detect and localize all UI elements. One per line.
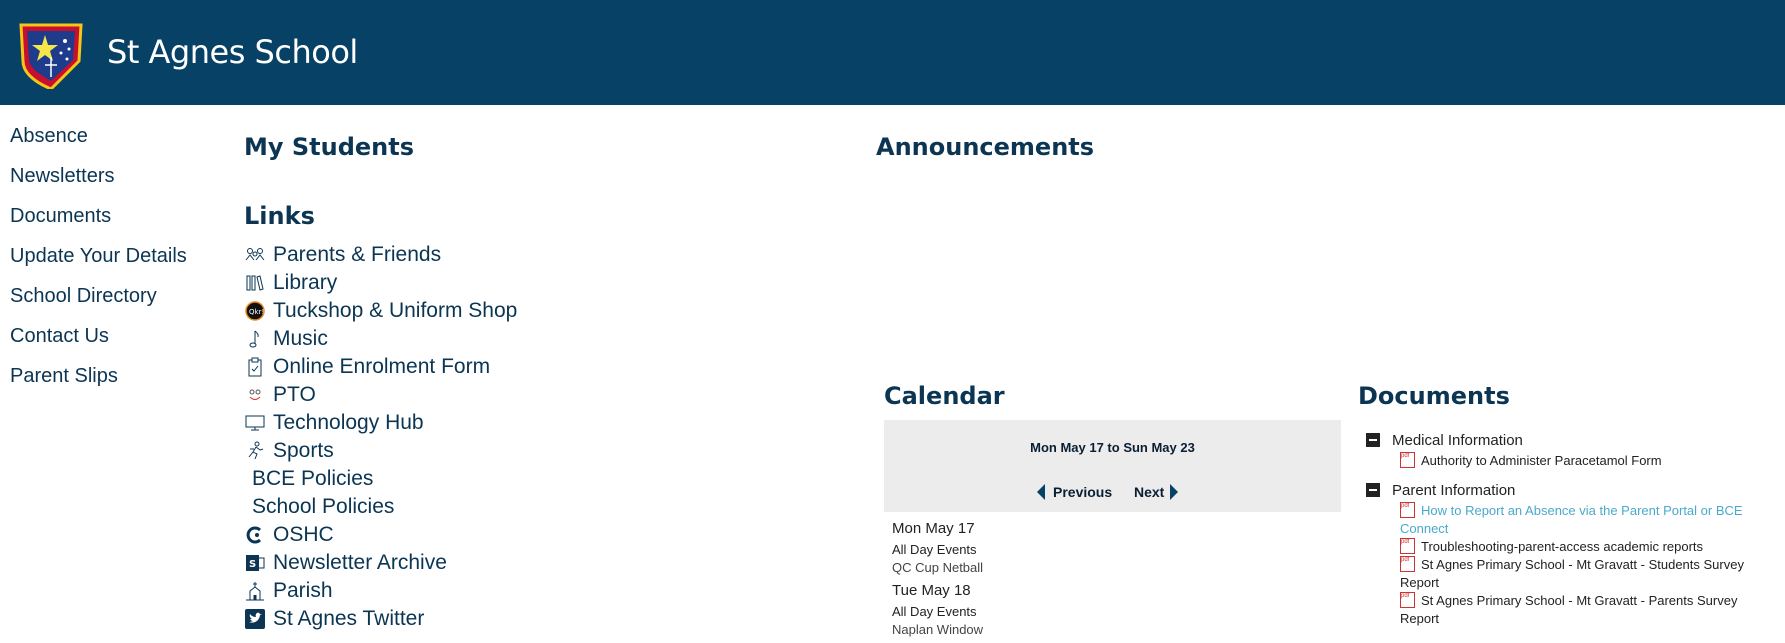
document-title: St Agnes Primary School - Mt Gravatt - P… <box>1400 593 1738 626</box>
pdf-icon: pdf <box>1400 592 1415 608</box>
link-parish[interactable]: Parish <box>244 577 517 605</box>
svg-text:Qkr!: Qkr! <box>249 308 264 316</box>
books-icon <box>244 272 266 294</box>
folder-name: Medical Information <box>1392 431 1523 449</box>
link-label: Online Enrolment Form <box>273 355 491 378</box>
calendar-previous-label: Previous <box>1053 484 1113 500</box>
link-label: School Policies <box>252 495 395 518</box>
link-label: Parents & Friends <box>273 243 442 266</box>
site-title: St Agnes School <box>107 33 358 71</box>
pdf-icon: pdf <box>1400 556 1415 572</box>
calendar-previous-button[interactable]: Previous <box>1037 484 1112 500</box>
my-students-heading: My Students <box>244 133 415 161</box>
documents-tree: Medical Information pdf Authority to Admi… <box>1366 424 1766 628</box>
oshc-icon <box>244 524 266 546</box>
calendar-event[interactable]: QC Cup Netball <box>892 560 1332 578</box>
link-library[interactable]: Library <box>244 269 517 297</box>
document-link[interactable]: pdf How to Report an Absence via the Pare… <box>1400 502 1766 538</box>
link-school-policies[interactable]: School Policies <box>244 493 517 521</box>
link-pto[interactable]: PTO <box>244 381 517 409</box>
calendar-header-box: Mon May 17 to Sun May 23 Previous Next <box>884 420 1341 512</box>
sidebar-item-contact-us[interactable]: Contact Us <box>10 320 187 360</box>
link-bce-policies[interactable]: BCE Policies <box>244 465 517 493</box>
sidebar-item-newsletters[interactable]: Newsletters <box>10 160 187 200</box>
chevron-right-icon <box>1170 484 1179 500</box>
calendar-all-day-heading: All Day Events <box>892 542 977 557</box>
link-parents-friends[interactable]: Parents & Friends <box>244 241 517 269</box>
monitor-icon <box>244 412 266 434</box>
link-music[interactable]: Music <box>244 325 517 353</box>
calendar-heading: Calendar <box>884 382 1005 410</box>
document-title: Troubleshooting-parent-access academic r… <box>1421 539 1704 554</box>
sidebar-item-update-details[interactable]: Update Your Details <box>10 240 187 280</box>
svg-text:S: S <box>249 559 256 570</box>
pdf-icon: pdf <box>1400 452 1415 468</box>
school-crest-logo[interactable] <box>15 17 87 89</box>
link-label: Newsletter Archive <box>273 551 447 574</box>
sway-icon: S <box>244 552 266 574</box>
link-label: Parish <box>273 579 333 602</box>
calendar-day: Tue May 18 <box>892 582 971 599</box>
folder-name: Parent Information <box>1392 481 1516 499</box>
folder-parent-information[interactable]: Parent Information <box>1366 478 1766 502</box>
chevron-left-icon <box>1037 484 1045 500</box>
announcements-heading: Announcements <box>876 133 1095 161</box>
qkr-icon: Qkr! <box>244 300 266 322</box>
folder-medical-information[interactable]: Medical Information <box>1366 428 1766 452</box>
sidebar-nav: Absence Newsletters Documents Update You… <box>10 120 187 400</box>
link-label: Sports <box>273 439 334 462</box>
document-title: Authority to Administer Paracetamol Form <box>1421 453 1662 468</box>
face-icon <box>244 384 266 406</box>
sidebar-item-parent-slips[interactable]: Parent Slips <box>10 360 187 400</box>
links-list: Parents & Friends Library Qkr! Tuckshop … <box>244 241 517 633</box>
pdf-icon: pdf <box>1400 538 1415 554</box>
link-online-enrolment[interactable]: Online Enrolment Form <box>244 353 517 381</box>
document-title: How to Report an Absence via the Parent … <box>1400 503 1743 536</box>
collapse-icon[interactable] <box>1366 483 1380 497</box>
link-label: Library <box>273 271 338 294</box>
document-link[interactable]: pdf Troubleshooting-parent-access academi… <box>1400 538 1766 556</box>
link-label: Tuckshop & Uniform Shop <box>273 299 518 322</box>
twitter-icon <box>244 608 266 630</box>
runner-icon <box>244 440 266 462</box>
document-title: St Agnes Primary School - Mt Gravatt - S… <box>1400 557 1744 590</box>
music-note-icon <box>244 328 266 350</box>
link-tuckshop[interactable]: Qkr! Tuckshop & Uniform Shop <box>244 297 517 325</box>
pdf-icon: pdf <box>1400 502 1415 518</box>
collapse-icon[interactable] <box>1366 433 1380 447</box>
link-twitter[interactable]: St Agnes Twitter <box>244 605 517 633</box>
site-header: St Agnes School <box>0 0 1785 105</box>
links-heading: Links <box>244 202 315 230</box>
link-label: Music <box>273 327 328 350</box>
people-icon <box>244 244 266 266</box>
link-technology-hub[interactable]: Technology Hub <box>244 409 517 437</box>
link-label: Technology Hub <box>273 411 424 434</box>
link-sports[interactable]: Sports <box>244 437 517 465</box>
calendar-event[interactable]: Naplan Window <box>892 622 1332 640</box>
documents-heading: Documents <box>1358 382 1510 410</box>
calendar-next-button[interactable]: Next <box>1134 484 1179 500</box>
sidebar-item-school-directory[interactable]: School Directory <box>10 280 187 320</box>
document-link[interactable]: pdf Authority to Administer Paracetamol F… <box>1400 452 1766 470</box>
calendar-next-label: Next <box>1134 484 1165 500</box>
sidebar-item-documents[interactable]: Documents <box>10 200 187 240</box>
document-link[interactable]: pdf St Agnes Primary School - Mt Gravatt … <box>1400 556 1766 592</box>
calendar-events: Mon May 17 All Day Events QC Cup Netball… <box>892 518 1332 640</box>
document-link[interactable]: pdf St Agnes Primary School - Mt Gravatt … <box>1400 592 1766 628</box>
church-icon <box>244 580 266 602</box>
link-label: OSHC <box>273 523 334 546</box>
link-label: St Agnes Twitter <box>273 607 425 630</box>
link-newsletter-archive[interactable]: S Newsletter Archive <box>244 549 517 577</box>
calendar-day: Mon May 17 <box>892 520 975 537</box>
link-oshc[interactable]: OSHC <box>244 521 517 549</box>
link-label: BCE Policies <box>252 467 374 490</box>
clipboard-icon <box>244 356 266 378</box>
calendar-all-day-heading: All Day Events <box>892 604 977 619</box>
link-label: PTO <box>273 383 316 406</box>
calendar-range: Mon May 17 to Sun May 23 <box>1030 440 1195 455</box>
sidebar-item-absence[interactable]: Absence <box>10 120 187 160</box>
